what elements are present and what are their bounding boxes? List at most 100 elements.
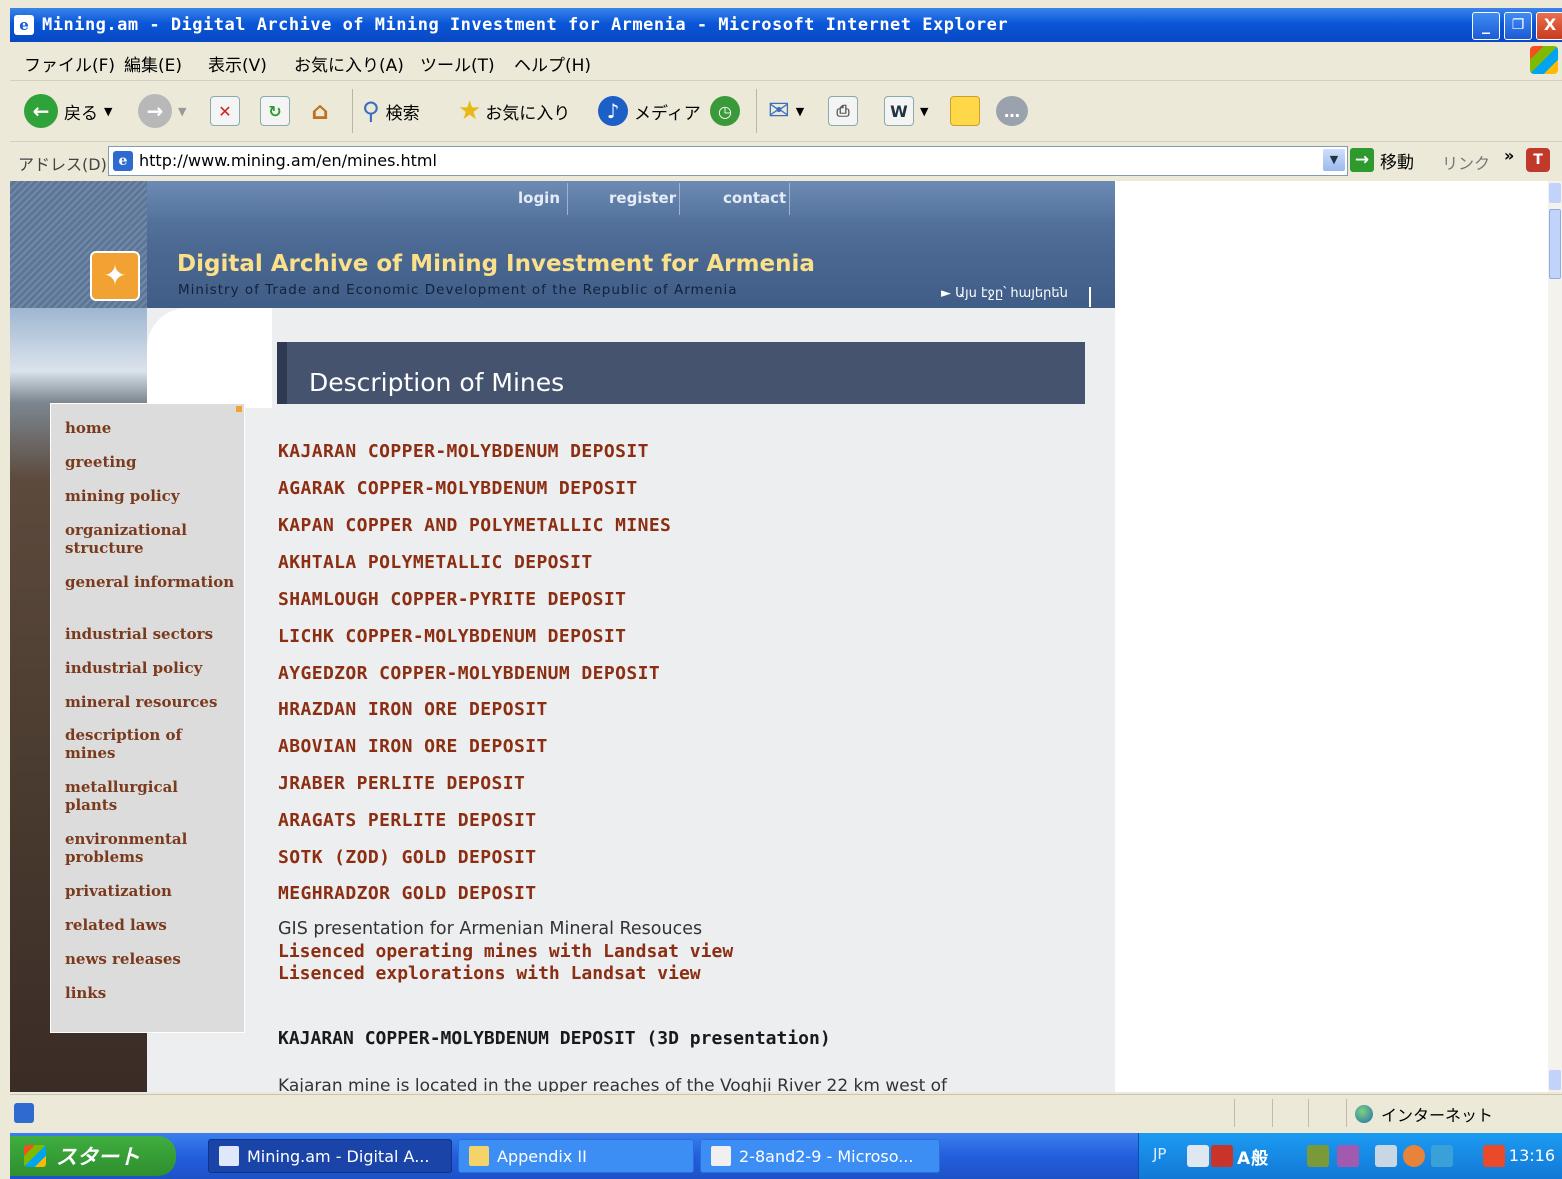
taskbar: スタート Mining.am - Digital A... Appendix I… <box>10 1133 1562 1179</box>
chevron-down-icon: ▼ <box>795 104 805 118</box>
chevron-down-icon[interactable]: ▼ <box>1323 149 1345 171</box>
chevron-down-icon: ▼ <box>920 104 929 118</box>
maximize-button[interactable]: ❐ <box>1504 12 1532 40</box>
ime-dict-icon[interactable] <box>1337 1145 1359 1167</box>
address-label: アドレス(D) <box>18 155 107 174</box>
task-ie[interactable]: Mining.am - Digital A... <box>208 1139 452 1173</box>
globe-icon <box>1355 1105 1373 1123</box>
back-button[interactable]: ← 戻る ▼ <box>24 93 112 129</box>
mine-link-hrazdan[interactable]: HRAZDAN IRON ORE DEPOSIT <box>278 699 548 720</box>
ime-tool-icon[interactable] <box>1307 1145 1329 1167</box>
scroll-up-button[interactable] <box>1549 183 1561 203</box>
go-label: 移動 <box>1380 152 1414 173</box>
antivirus-icon[interactable] <box>1483 1145 1505 1167</box>
ime-mode[interactable]: A般 <box>1237 1144 1269 1169</box>
keyboard-icon[interactable] <box>1187 1145 1209 1167</box>
menu-tools[interactable]: ツール(T) <box>420 51 495 76</box>
mine-link-meghradzor[interactable]: MEGHRADZOR GOLD DEPOSIT <box>278 883 536 904</box>
register-link[interactable]: register <box>609 189 676 207</box>
nav-organizational-structure[interactable]: organizational structure <box>65 521 235 557</box>
media-label: メディア <box>634 103 701 124</box>
messenger-button[interactable]: … <box>996 93 1028 129</box>
forward-button[interactable]: → ▼ <box>138 93 186 129</box>
history-button[interactable]: ◷ <box>710 93 740 129</box>
task-word[interactable]: 2-8and2-9 - Microso... <box>700 1139 940 1173</box>
mine-link-shamlough[interactable]: SHAMLOUGH COPPER-PYRITE DEPOSIT <box>278 589 626 610</box>
stop-icon: ✕ <box>210 96 240 126</box>
nav-environmental-problems[interactable]: environmental problems <box>65 830 235 866</box>
mine-link-agarak[interactable]: AGARAK COPPER-MOLYBDENUM DEPOSIT <box>278 478 638 499</box>
network-icon[interactable] <box>1431 1145 1453 1167</box>
mine-link-sotk[interactable]: SOTK (ZOD) GOLD DEPOSIT <box>278 847 536 868</box>
nav-links[interactable]: links <box>65 984 235 1002</box>
mail-button[interactable]: ✉ ▼ <box>768 93 804 129</box>
task-folder[interactable]: Appendix II <box>458 1139 694 1173</box>
scroll-down-button[interactable] <box>1549 1070 1561 1090</box>
nav-metallurgical-plants[interactable]: metallurgical plants <box>65 778 235 814</box>
mine-link-lichk[interactable]: LICHK COPPER-MOLYBDENUM DEPOSIT <box>278 626 626 647</box>
task-folder-label: Appendix II <box>497 1146 587 1166</box>
ie-icon: e <box>14 15 34 35</box>
nav-mineral-resources[interactable]: mineral resources <box>65 693 235 711</box>
menu-favorites[interactable]: お気に入り(A) <box>294 51 404 76</box>
menu-file[interactable]: ファイル(F) <box>24 51 115 76</box>
login-link[interactable]: login <box>518 189 560 207</box>
gis-link-explorations[interactable]: Lisenced explorations with Landsat view <box>278 963 701 984</box>
home-button[interactable]: ⌂ <box>306 93 334 129</box>
links-label[interactable]: リンク <box>1442 150 1490 174</box>
ime-icon[interactable] <box>1211 1145 1233 1167</box>
address-bar: アドレス(D) e ▼ → 移動 リンク » T <box>10 142 1562 180</box>
minimize-button[interactable]: _ <box>1472 12 1500 40</box>
refresh-button[interactable]: ↻ <box>260 93 290 129</box>
stop-button[interactable]: ✕ <box>210 93 240 129</box>
nav-privatization[interactable]: privatization <box>65 882 235 900</box>
edit-button[interactable]: W ▼ <box>884 93 928 129</box>
vertical-scrollbar[interactable] <box>1548 181 1562 1092</box>
language-indicator[interactable]: JP <box>1153 1145 1166 1163</box>
section-banner: Description of Mines <box>277 342 1085 404</box>
contact-link[interactable]: contact <box>723 189 786 207</box>
address-input[interactable] <box>139 151 1289 170</box>
page-status-icon <box>14 1103 34 1123</box>
go-button[interactable]: → 移動 <box>1350 146 1414 174</box>
nav-mining-policy[interactable]: mining policy <box>65 487 235 505</box>
print-button[interactable]: ⎙ <box>828 93 858 129</box>
media-button[interactable]: ♪ メディア <box>598 93 701 129</box>
translate-icon[interactable]: T <box>1526 148 1550 172</box>
links-more-button[interactable]: » <box>1504 146 1514 165</box>
status-divider <box>1346 1099 1347 1127</box>
tray-collapse-icon[interactable] <box>1403 1145 1425 1167</box>
window-title: Mining.am - Digital Archive of Mining In… <box>42 15 1009 35</box>
gis-link-operating-mines[interactable]: Lisenced operating mines with Landsat vi… <box>278 941 733 962</box>
nav-general-information[interactable]: general information <box>65 573 235 591</box>
mine-link-abovian[interactable]: ABOVIAN IRON ORE DEPOSIT <box>278 736 548 757</box>
menu-edit[interactable]: 編集(E) <box>124 51 182 76</box>
status-divider <box>1272 1099 1273 1127</box>
nav-news-releases[interactable]: news releases <box>65 950 235 968</box>
mine-link-akhtala[interactable]: AKHTALA POLYMETALLIC DEPOSIT <box>278 552 593 573</box>
notes-button[interactable] <box>950 93 980 129</box>
mine-link-aragats[interactable]: ARAGATS PERLITE DEPOSIT <box>278 810 536 831</box>
mine-link-kajaran[interactable]: KAJARAN COPPER-MOLYBDENUM DEPOSIT <box>278 441 649 462</box>
nav-industrial-policy[interactable]: industrial policy <box>65 659 235 677</box>
mine-link-kapan[interactable]: KAPAN COPPER AND POLYMETALLIC MINES <box>278 515 671 536</box>
nav-related-laws[interactable]: related laws <box>65 916 235 934</box>
mine-link-jraber[interactable]: JRABER PERLITE DEPOSIT <box>278 773 525 794</box>
menu-help[interactable]: ヘルプ(H) <box>514 51 591 76</box>
start-button[interactable]: スタート <box>10 1136 176 1176</box>
nav-greeting[interactable]: greeting <box>65 453 235 471</box>
nav-home[interactable]: home <box>65 419 235 437</box>
nav-description-of-mines[interactable]: description of mines <box>65 726 235 762</box>
menu-view[interactable]: 表示(V) <box>208 51 267 76</box>
close-button[interactable]: X <box>1536 12 1562 40</box>
mine-link-aygedzor[interactable]: AYGEDZOR COPPER-MOLYBDENUM DEPOSIT <box>278 663 660 684</box>
armenian-version-link[interactable]: ► Այս էջը՝ հայերեն <box>941 286 1068 301</box>
address-box[interactable]: e ▼ <box>108 146 1348 176</box>
ime-pad-icon[interactable] <box>1375 1145 1397 1167</box>
site-logo[interactable]: ✦ <box>90 251 140 301</box>
media-icon: ♪ <box>598 96 628 126</box>
scrollbar-thumb[interactable] <box>1549 209 1561 279</box>
favorites-button[interactable]: ★ お気に入り <box>458 93 570 129</box>
nav-industrial-sectors[interactable]: industrial sectors <box>65 625 235 643</box>
search-button[interactable]: ⚲ 検索 <box>362 93 420 129</box>
